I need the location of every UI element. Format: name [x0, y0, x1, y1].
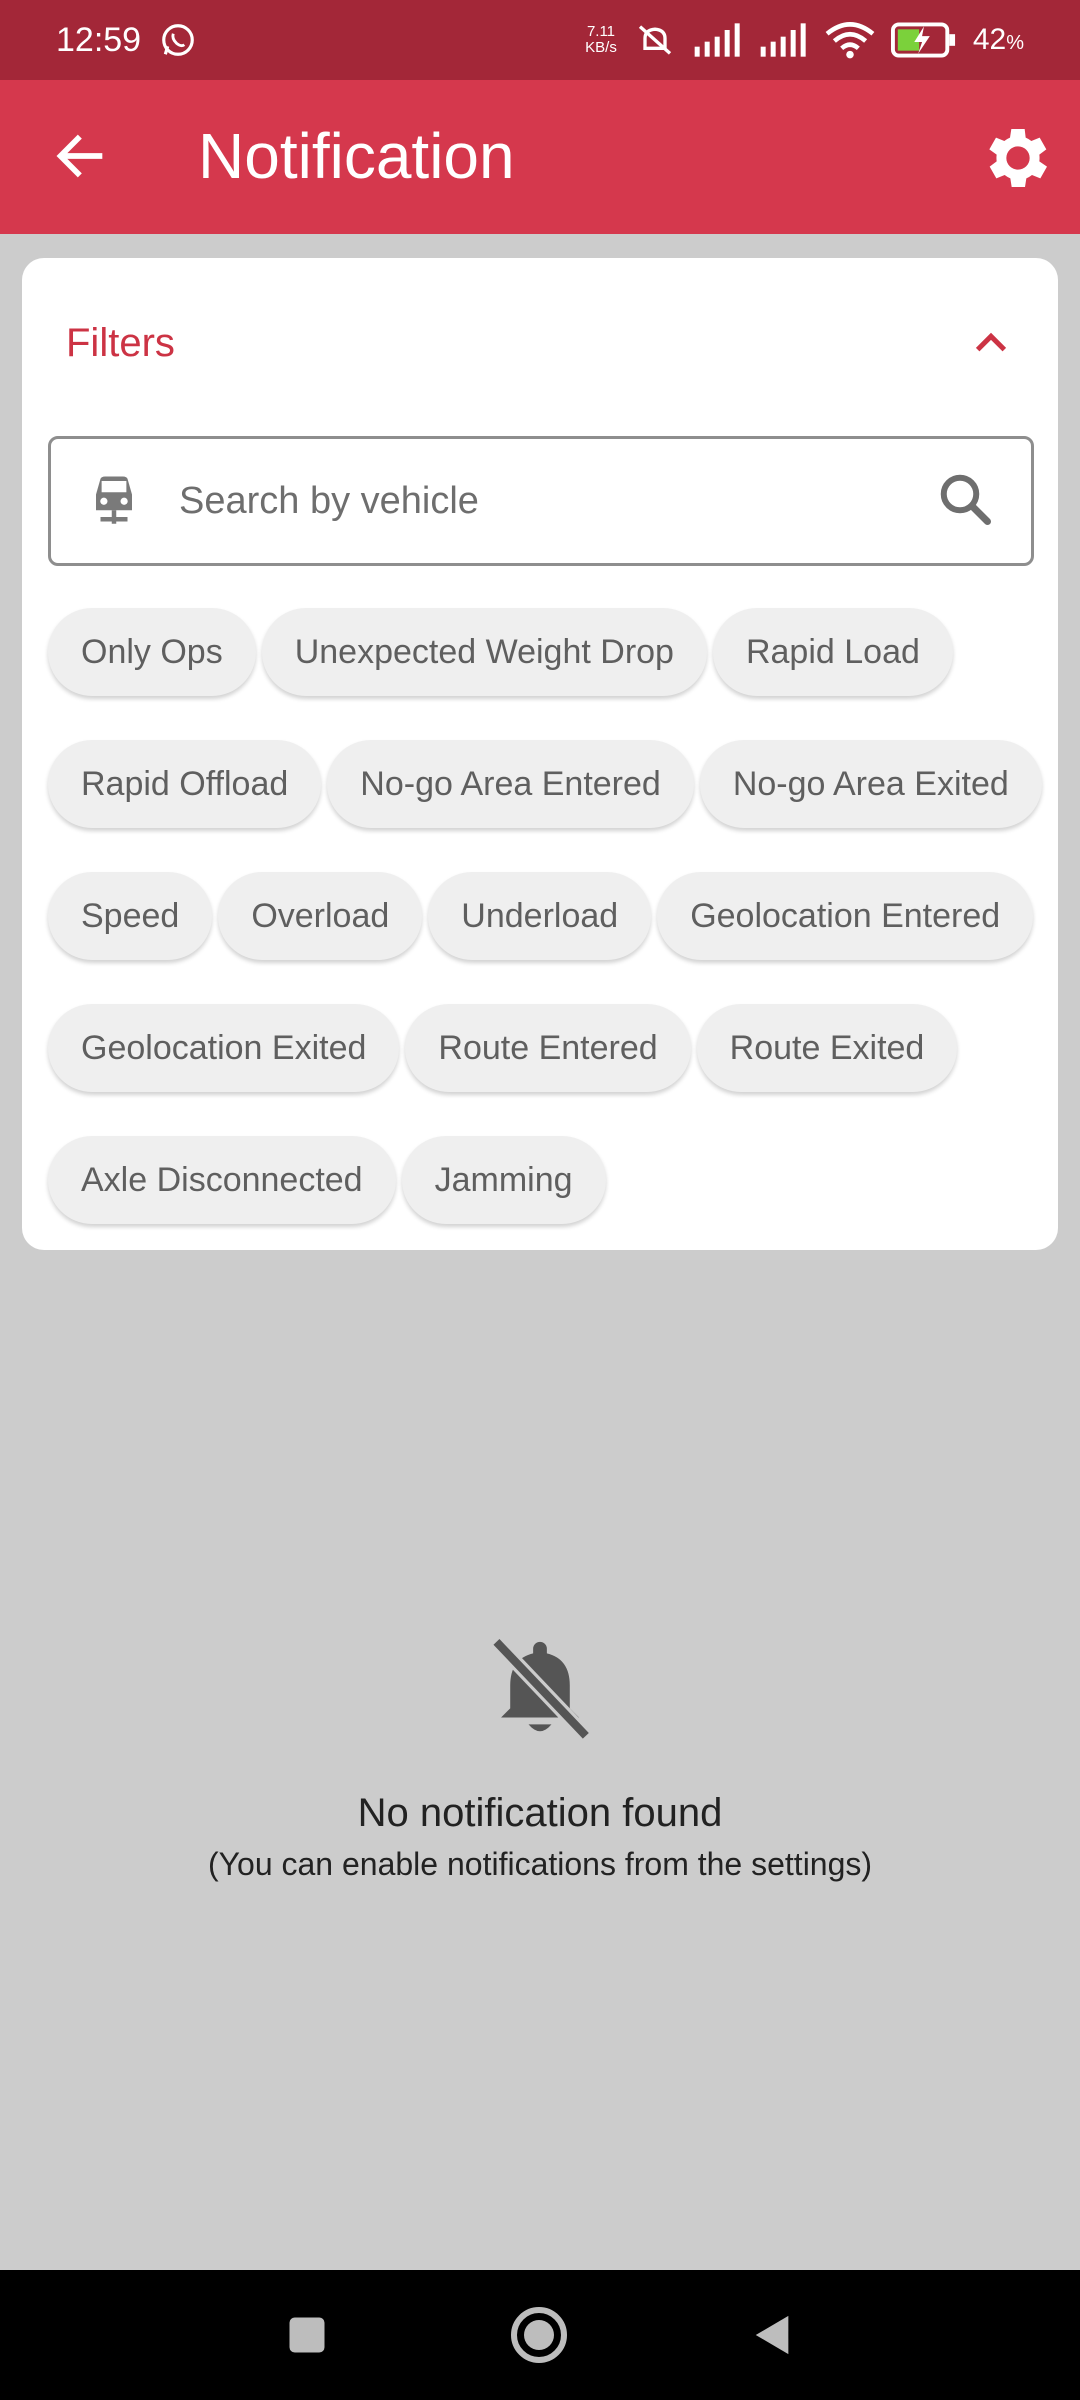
settings-button[interactable] [976, 116, 1060, 200]
chip-rapid-load[interactable]: Rapid Load [712, 608, 953, 696]
battery-percent: 42% [972, 23, 1024, 56]
chip-only-ops[interactable]: Only Ops [48, 608, 256, 696]
back-button[interactable] [44, 120, 116, 192]
chip-jamming[interactable]: Jamming [401, 1136, 606, 1224]
whatsapp-icon [162, 24, 194, 56]
page-title: Notification [198, 120, 515, 192]
home-button[interactable] [502, 2298, 576, 2372]
network-speed: 7.11 KB/s [585, 23, 617, 56]
vehicle-search-box [48, 436, 1034, 566]
chip-no-go-area-exited[interactable]: No-go Area Exited [699, 740, 1042, 828]
back-nav-button[interactable] [736, 2298, 810, 2372]
square-icon [289, 2317, 325, 2353]
empty-state: No notification found (You can enable no… [0, 1630, 1080, 1883]
chip-geolocation-exited[interactable]: Geolocation Exited [48, 1004, 400, 1092]
chip-geolocation-entered[interactable]: Geolocation Entered [657, 872, 1034, 960]
empty-state-subtitle: (You can enable notifications from the s… [207, 1846, 873, 1882]
filters-header[interactable]: Filters [66, 308, 1014, 378]
car-icon [96, 476, 132, 524]
chip-speed[interactable]: Speed [48, 872, 213, 960]
status-bar: 12:59 7.11 KB/s 42% [0, 0, 1080, 80]
filter-chips: Only Ops Unexpected Weight Drop Rapid Lo… [48, 608, 1058, 1224]
wifi-icon [825, 22, 875, 59]
chip-axle-disconnected[interactable]: Axle Disconnected [48, 1136, 396, 1224]
collapse-filters-button[interactable] [968, 320, 1014, 366]
chip-no-go-area-entered[interactable]: No-go Area Entered [327, 740, 694, 828]
chip-route-entered[interactable]: Route Entered [405, 1004, 691, 1092]
battery-icon [890, 22, 955, 58]
bell-off-icon [491, 1636, 592, 1741]
filters-label: Filters [66, 321, 175, 365]
app-bar: Notification [0, 80, 1080, 234]
home-circle-icon [511, 2307, 567, 2363]
search-input[interactable] [179, 439, 879, 563]
gear-icon [989, 129, 1047, 187]
chip-overload[interactable]: Overload [218, 872, 423, 960]
chip-rapid-offload[interactable]: Rapid Offload [48, 740, 322, 828]
search-icon[interactable] [935, 469, 995, 529]
signal-icon [694, 23, 740, 57]
chevron-up-icon [975, 332, 1007, 352]
recents-button[interactable] [270, 2298, 344, 2372]
triangle-back-icon [755, 2315, 789, 2355]
status-time: 12:59 [56, 20, 142, 59]
chip-route-exited[interactable]: Route Exited [696, 1004, 958, 1092]
system-nav-bar [0, 2270, 1080, 2400]
filter-card: Filters Only Ops Unexpected Weight Drop … [22, 258, 1058, 1250]
arrow-left-icon [56, 134, 103, 178]
signal-icon-2 [760, 23, 806, 57]
chip-unexpected-weight-drop[interactable]: Unexpected Weight Drop [261, 608, 707, 696]
empty-state-title: No notification found [357, 1791, 723, 1835]
mute-bell-icon [638, 25, 671, 55]
chip-underload[interactable]: Underload [428, 872, 652, 960]
